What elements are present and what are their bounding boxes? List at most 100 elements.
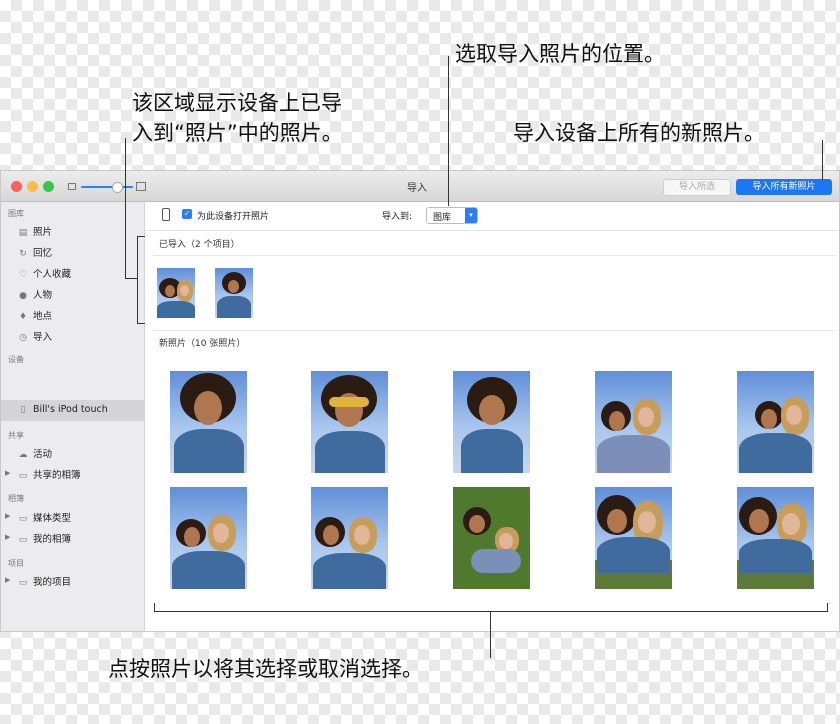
sidebar-item-label: 人物 (33, 290, 53, 301)
callout-imported-area-line2: 入到“照片”中的照片。 (132, 121, 343, 145)
zoom-button[interactable] (43, 181, 54, 192)
callout-line (125, 278, 137, 279)
sidebar-item-label: 个人收藏 (33, 269, 72, 280)
new-photo[interactable] (595, 487, 672, 589)
zoom-slider-knob[interactable] (112, 182, 123, 193)
disclosure-triangle-icon[interactable]: ▶ (5, 469, 10, 477)
sidebar-item-places[interactable]: ♦ 地点 (17, 308, 52, 322)
photo-shirt (461, 429, 523, 473)
sidebar-item-media-types[interactable]: ▭ 媒体类型 (17, 510, 71, 524)
new-photo[interactable] (595, 371, 672, 473)
callout-line (490, 612, 491, 658)
photo-face (638, 407, 654, 427)
clock-icon: ◷ (19, 333, 27, 343)
imported-photo[interactable] (215, 268, 253, 318)
disclosure-triangle-icon[interactable]: ▶ (5, 533, 10, 541)
new-photo[interactable] (737, 371, 814, 473)
photo-face (180, 285, 189, 296)
new-photo[interactable] (311, 371, 388, 473)
sidebar-item-photos[interactable]: ▤ 照片 (17, 224, 52, 238)
disclosure-triangle-icon[interactable]: ▶ (5, 512, 10, 520)
photo-shirt (313, 553, 386, 589)
photo-shirt (471, 549, 521, 573)
shared-section-header: 共享 (8, 431, 24, 440)
sidebar-item-favorites[interactable]: ♡ 个人收藏 (17, 266, 71, 280)
open-photos-checkbox-label: 为此设备打开照片 (197, 212, 270, 222)
callout-line (125, 138, 126, 278)
photo-face (354, 525, 370, 545)
sidebar-item-my-albums[interactable]: ▭ 我的相簿 (17, 531, 71, 545)
photo-shirt (174, 429, 244, 473)
imported-section-header: 已导入（2 个项目） (159, 240, 240, 250)
sidebar-item-label: 我的相簿 (33, 534, 72, 545)
photo-face (469, 515, 485, 533)
import-to-value: 图库 (433, 213, 452, 223)
chevron-down-icon: ▾ (465, 208, 477, 223)
import-toolbar: ✓ 为此设备打开照片 导入到: 图库 ▾ (145, 202, 839, 231)
callout-click-photos: 点按照片以将其选择或取消选择。 (108, 657, 423, 681)
divider (153, 330, 835, 331)
callout-line (822, 140, 823, 180)
imported-photo[interactable] (157, 268, 195, 318)
photo-shirt (597, 537, 670, 573)
devices-section-header: 设备 (8, 355, 24, 364)
callout-line (448, 56, 449, 206)
photo-shirt (739, 539, 812, 573)
photo-hands (329, 397, 369, 407)
import-content: ✓ 为此设备打开照片 导入到: 图库 ▾ 已导入（2 个项目） 新照片（10 张… (145, 202, 839, 631)
close-button[interactable] (11, 181, 22, 192)
sidebar-item-label: 共享的相簿 (33, 470, 81, 481)
sidebar-item-memories[interactable]: ↻ 回忆 (17, 245, 52, 259)
new-photo[interactable] (170, 371, 247, 473)
pin-icon: ♦ (18, 312, 28, 322)
callout-imported-area-line1: 该区域显示设备上已导 (132, 91, 342, 115)
disclosure-triangle-icon[interactable]: ▶ (5, 576, 10, 584)
bracket-new-photos (154, 611, 828, 612)
new-photos-section-header: 新照片（10 张照片） (159, 339, 246, 349)
new-photo[interactable] (311, 487, 388, 589)
title-bar: 导入 导入所选 导入所有新照片 (1, 171, 839, 202)
photo-face (499, 533, 513, 549)
heart-icon: ♡ (18, 270, 28, 280)
sidebar-item-label: 媒体类型 (33, 513, 72, 524)
new-photo[interactable] (453, 371, 530, 473)
import-all-new-button[interactable]: 导入所有新照片 (736, 179, 832, 195)
sidebar-item-label: 回忆 (33, 248, 53, 259)
sidebar-device-row[interactable]: ▯ Bill's iPod touch (17, 404, 108, 415)
new-photo[interactable] (170, 487, 247, 589)
sidebar: 图库 ▤ 照片 ↻ 回忆 ♡ 个人收藏 ● 人物 ♦ 地点 ◷ 导入 设备 ▯ Bill's … (1, 202, 145, 631)
photo-face (194, 391, 222, 425)
iphone-icon (162, 208, 170, 221)
photo-face (165, 285, 175, 297)
folder-icon: ▭ (18, 535, 28, 545)
photos-icon: ▤ (18, 228, 28, 238)
sidebar-item-my-projects[interactable]: ▭ 我的项目 (17, 574, 71, 588)
open-photos-checkbox[interactable]: ✓ (182, 209, 192, 219)
photo-shirt (172, 551, 245, 589)
new-photo[interactable] (453, 487, 530, 589)
photo-shirt (739, 433, 812, 473)
import-to-select[interactable]: 图库 ▾ (426, 207, 478, 224)
callout-import-location: 选取导入照片的位置。 (455, 42, 665, 66)
import-selected-button[interactable]: 导入所选 (663, 179, 731, 196)
large-thumbnail-icon (136, 182, 146, 191)
small-thumbnail-icon (68, 183, 76, 190)
callout-import-all: 导入设备上所有的新照片。 (513, 121, 765, 145)
folder-icon: ▭ (18, 471, 28, 481)
folder-icon: ▭ (18, 514, 28, 524)
photo-shirt (315, 431, 385, 473)
sidebar-item-imports[interactable]: ◷ 导入 (17, 329, 52, 343)
bracket-new-photos (154, 603, 155, 612)
person-icon: ● (19, 291, 27, 301)
folder-icon: ▭ (18, 578, 28, 588)
new-photo[interactable] (737, 487, 814, 589)
photo-shirt (217, 296, 251, 318)
photo-face (184, 527, 200, 547)
minimize-button[interactable] (27, 181, 38, 192)
sidebar-item-people[interactable]: ● 人物 (17, 287, 52, 301)
sidebar-item-shared-albums[interactable]: ▭ 共享的相簿 (17, 467, 81, 481)
sidebar-item-label: 我的项目 (33, 577, 72, 588)
window-title: 导入 (407, 183, 427, 194)
sidebar-item-activity[interactable]: ☁ 活动 (17, 446, 53, 460)
library-section-header: 图库 (8, 209, 24, 218)
